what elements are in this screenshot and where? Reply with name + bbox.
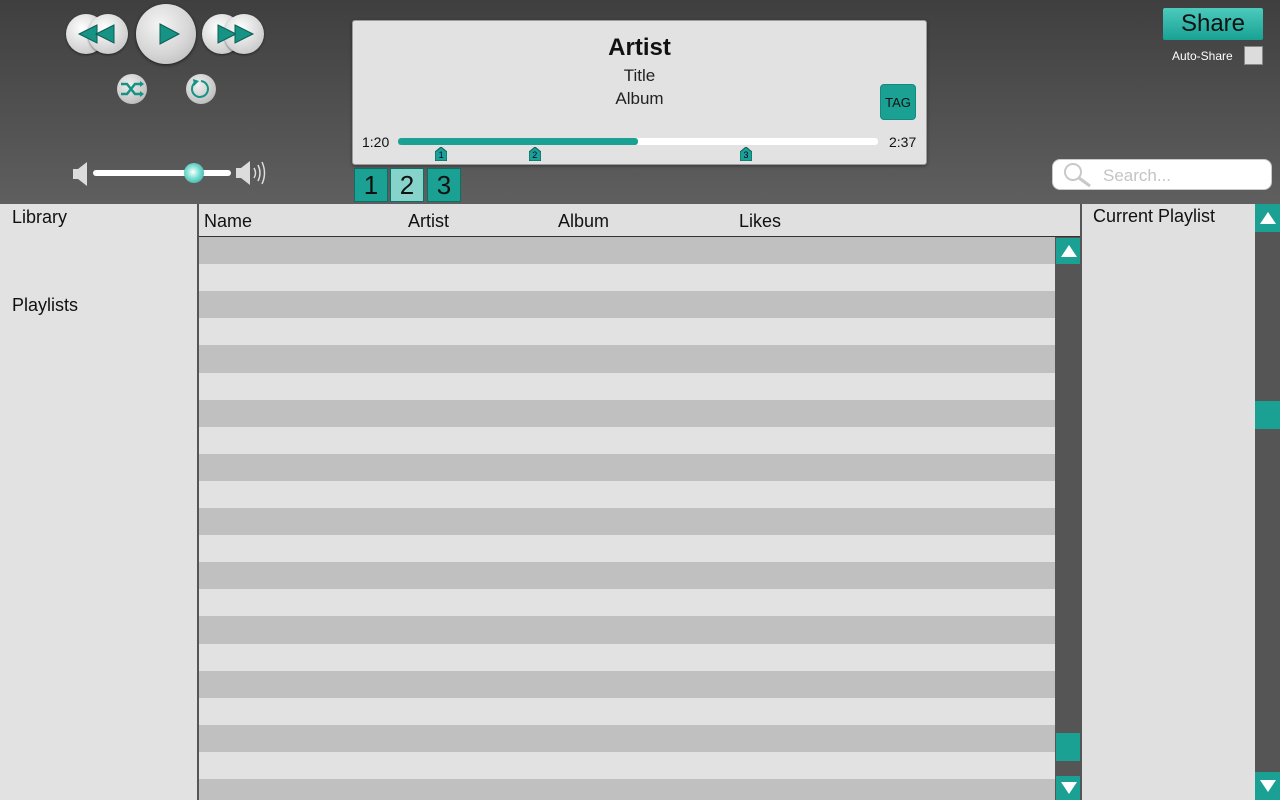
tab-label: 1 <box>363 169 379 200</box>
tab-2[interactable]: 2 <box>390 168 424 202</box>
table-right-divider <box>1080 204 1082 800</box>
volume-slider-handle[interactable] <box>183 163 204 183</box>
table-row[interactable] <box>199 616 1055 645</box>
progress-bar[interactable] <box>398 138 878 145</box>
current-playlist-scrollbar[interactable] <box>1255 204 1280 800</box>
play-icon <box>157 22 181 46</box>
fast-forward-icon <box>214 23 256 45</box>
progress-bar-fill <box>398 138 638 145</box>
table-row[interactable] <box>199 779 1055 800</box>
tag-marker-label: 3 <box>743 150 749 160</box>
table-row[interactable] <box>199 372 1055 401</box>
shuffle-icon <box>120 81 144 97</box>
tag-marker-label: 1 <box>438 150 444 160</box>
table-row[interactable] <box>199 318 1055 347</box>
search-box <box>1052 159 1272 190</box>
share-button[interactable]: Share <box>1163 8 1263 40</box>
column-header-artist[interactable]: Artist <box>408 211 449 232</box>
song-table-scroll-down-button[interactable] <box>1056 776 1081 800</box>
play-button[interactable] <box>136 4 196 64</box>
auto-share-checkbox[interactable] <box>1244 46 1263 65</box>
volume-slider[interactable] <box>93 170 231 176</box>
arrow-up-icon <box>1060 244 1078 258</box>
now-playing-panel: Artist Title Album TAG 1:20 1 2 3 2:37 <box>352 20 927 165</box>
now-playing-artist: Artist <box>608 34 671 61</box>
arrow-up-icon <box>1259 211 1277 225</box>
fast-forward-button[interactable] <box>202 14 264 54</box>
sidebar-item-playlists[interactable]: Playlists <box>12 295 78 316</box>
tag-marker[interactable]: 1 <box>434 146 448 162</box>
tag-button[interactable]: TAG <box>880 84 916 120</box>
song-table-scroll-up-button[interactable] <box>1056 238 1081 264</box>
sidebar <box>0 204 197 800</box>
current-playlist-scroll-down-button[interactable] <box>1255 772 1280 800</box>
song-table-scroll-thumb[interactable] <box>1056 733 1081 762</box>
shuffle-button[interactable] <box>117 74 147 104</box>
table-row[interactable] <box>199 264 1055 293</box>
table-row[interactable] <box>199 697 1055 726</box>
tab-label: 2 <box>399 169 415 200</box>
total-time: 2:37 <box>889 134 917 150</box>
table-row[interactable] <box>199 508 1055 536</box>
arrow-down-icon <box>1060 781 1078 795</box>
current-playlist-scroll-thumb[interactable] <box>1255 400 1280 429</box>
now-playing-title: Title <box>623 66 656 85</box>
table-row[interactable] <box>199 345 1055 374</box>
table-row[interactable] <box>199 643 1055 672</box>
speaker-loud-icon[interactable] <box>235 159 269 187</box>
tag-marker[interactable]: 3 <box>739 146 753 162</box>
search-input[interactable] <box>1101 164 1265 188</box>
sidebar-item-library[interactable]: Library <box>12 207 67 228</box>
arrow-down-icon <box>1259 779 1277 793</box>
song-table <box>199 237 1055 800</box>
column-header-name[interactable]: Name <box>204 211 252 232</box>
column-header-album[interactable]: Album <box>558 211 609 232</box>
table-row[interactable] <box>199 670 1055 699</box>
tag-marker[interactable]: 2 <box>528 146 542 162</box>
table-row[interactable] <box>199 237 1055 265</box>
table-row[interactable] <box>199 535 1055 564</box>
repeat-button[interactable] <box>186 74 216 104</box>
repeat-icon <box>190 78 212 100</box>
search-icon <box>1062 162 1094 188</box>
table-row[interactable] <box>199 291 1055 320</box>
table-row[interactable] <box>199 480 1055 509</box>
table-row[interactable] <box>199 453 1055 482</box>
speaker-mute-icon[interactable] <box>72 161 90 187</box>
current-playlist-scroll-up-button[interactable] <box>1255 204 1280 232</box>
column-header-likes[interactable]: Likes <box>739 211 781 232</box>
current-playlist-title: Current Playlist <box>1093 206 1216 226</box>
tab-1[interactable]: 1 <box>354 168 388 202</box>
table-row[interactable] <box>199 724 1055 753</box>
table-row[interactable] <box>199 562 1055 591</box>
table-row[interactable] <box>199 426 1055 455</box>
rewind-icon <box>76 23 118 45</box>
elapsed-time: 1:20 <box>362 134 390 150</box>
tag-marker-label: 2 <box>532 150 538 160</box>
rewind-button[interactable] <box>66 14 128 54</box>
tab-label: 3 <box>436 169 452 200</box>
now-playing-album: Album <box>615 89 664 108</box>
tab-3[interactable]: 3 <box>427 168 461 202</box>
table-row[interactable] <box>199 399 1055 428</box>
song-table-scrollbar[interactable] <box>1055 237 1081 800</box>
auto-share-label: Auto-Share <box>1172 49 1233 63</box>
table-row[interactable] <box>199 589 1055 618</box>
table-row[interactable] <box>199 751 1055 780</box>
